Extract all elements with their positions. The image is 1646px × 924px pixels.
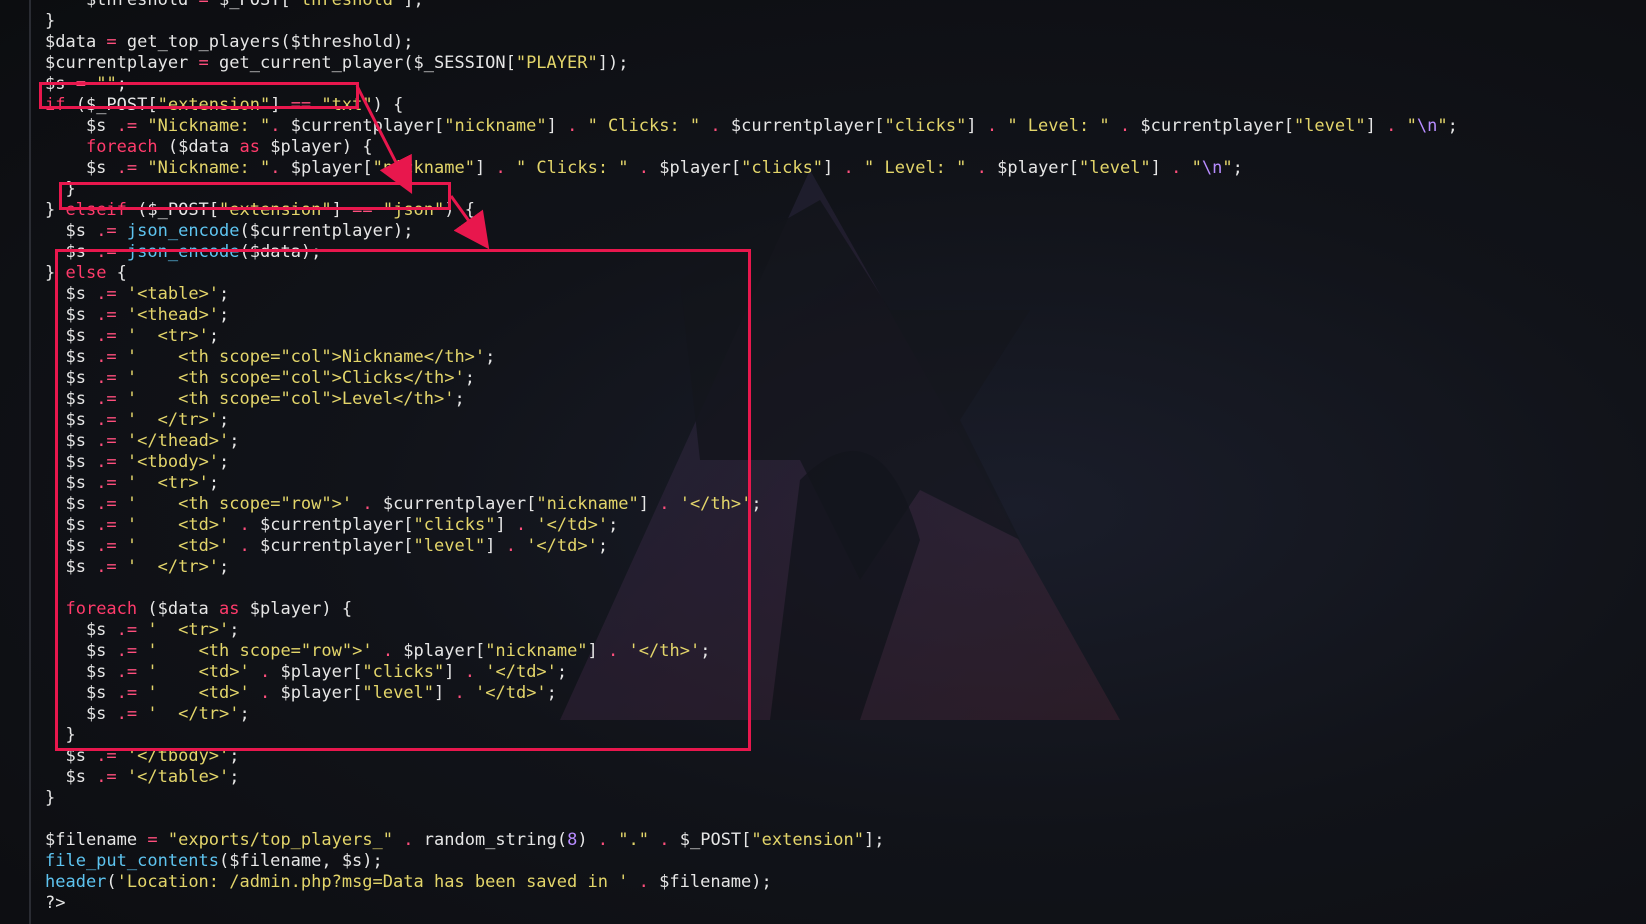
code-line: $s .= "Nickname: ". $player["nickname"] …	[45, 158, 1243, 178]
highlight-box-if-txt	[39, 82, 359, 109]
code-line: foreach ($data as $player) {	[85, 137, 373, 157]
gutter-divider	[29, 0, 31, 924]
code-line: ​	[45, 809, 1458, 830]
highlight-box-else-table	[55, 249, 751, 751]
code-line: ?>	[45, 893, 66, 913]
code-line: $currentplayer = get_current_player($_SE…	[45, 53, 629, 73]
code-line: }	[45, 788, 56, 808]
code-line: header('Location: /admin.php?msg=Data ha…	[45, 872, 772, 892]
code-line: $s .= '</table>';	[45, 767, 240, 787]
terminal-window: $threshold = $_POST["threshold"];} $data …	[0, 0, 1646, 924]
code-line: $filename = "exports/top_players_" . ran…	[45, 830, 885, 850]
code-line: $threshold = $_POST["threshold"];	[45, 0, 424, 10]
highlight-box-elseif-json	[59, 182, 451, 210]
code-line: }	[45, 11, 56, 31]
code-line: $data = get_top_players($threshold);	[45, 32, 414, 52]
code-line: $s .= json_encode($currentplayer);	[45, 221, 414, 241]
code-line: file_put_contents($filename, $s);	[45, 851, 383, 871]
code-line: $s .= "Nickname: ". $currentplayer["nick…	[45, 116, 1458, 136]
